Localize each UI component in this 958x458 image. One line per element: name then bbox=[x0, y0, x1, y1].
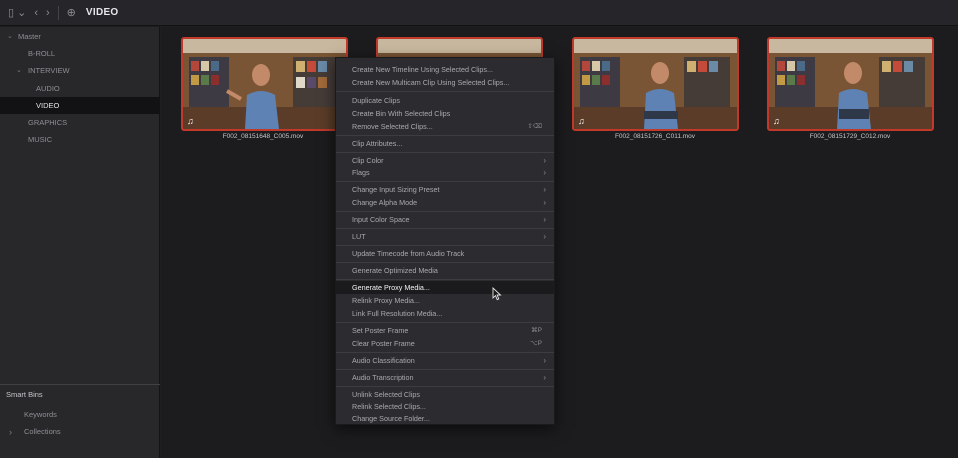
chevron-right-icon: › bbox=[543, 215, 546, 224]
menu-item-audio-transcription[interactable]: Audio Transcription › bbox=[336, 371, 554, 384]
sidebar-item-label: B-ROLL bbox=[28, 49, 56, 58]
menu-item-create-bin[interactable]: Create Bin With Selected Clips bbox=[336, 107, 554, 120]
chevron-right-icon: › bbox=[543, 232, 546, 241]
menu-item-remove-selected-clips[interactable]: Remove Selected Clips... ⇧⌫ bbox=[336, 120, 554, 133]
back-icon[interactable]: ‹ bbox=[34, 0, 38, 26]
smart-bin-keywords[interactable]: Keywords bbox=[0, 406, 160, 423]
menu-separator bbox=[336, 135, 554, 136]
menu-separator bbox=[336, 152, 554, 153]
menu-item-lut[interactable]: LUT › bbox=[336, 230, 554, 243]
menu-item-create-multicam-clip[interactable]: Create New Multicam Clip Using Selected … bbox=[336, 76, 554, 89]
forward-icon[interactable]: › bbox=[46, 0, 50, 26]
menu-item-link-full-resolution-media[interactable]: Link Full Resolution Media... bbox=[336, 307, 554, 320]
sidebar-item-music[interactable]: MUSIC bbox=[0, 131, 160, 148]
clip-thumbnail[interactable]: ♫ bbox=[181, 37, 348, 131]
clip-thumbnail-image bbox=[769, 39, 932, 129]
menu-item-input-color-space[interactable]: Input Color Space › bbox=[336, 213, 554, 226]
menu-item-change-source-folder[interactable]: Change Source Folder... bbox=[336, 412, 554, 425]
audio-clip-icon: ♫ bbox=[773, 116, 780, 126]
sidebar-item-label: Keywords bbox=[24, 410, 57, 419]
clip-thumbnail-image bbox=[574, 39, 737, 129]
bin-icon[interactable]: ⊕ bbox=[67, 0, 76, 26]
clip-thumbnail[interactable]: ♫ bbox=[572, 37, 739, 131]
menu-item-duplicate-clips[interactable]: Duplicate Clips bbox=[336, 94, 554, 107]
menu-separator bbox=[336, 352, 554, 353]
menu-separator bbox=[336, 322, 554, 323]
sidebar-item-video[interactable]: VIDEO bbox=[0, 97, 160, 114]
toolbar-divider bbox=[57, 5, 59, 20]
sidebar-item-b-roll[interactable]: B-ROLL bbox=[0, 45, 160, 62]
menu-item-generate-proxy-media[interactable]: Generate Proxy Media... bbox=[336, 281, 554, 294]
smart-bins-header: Smart Bins bbox=[6, 390, 43, 399]
smart-bins-divider bbox=[0, 384, 160, 385]
bin-title: VIDEO bbox=[85, 7, 119, 18]
audio-clip-icon: ♫ bbox=[187, 116, 194, 126]
menu-item-clip-attributes[interactable]: Clip Attributes... bbox=[336, 137, 554, 150]
chevron-right-icon: › bbox=[543, 373, 546, 382]
menu-item-change-input-sizing-preset[interactable]: Change Input Sizing Preset › bbox=[336, 183, 554, 196]
menu-item-update-timecode[interactable]: Update Timecode from Audio Track bbox=[336, 247, 554, 260]
menu-separator bbox=[336, 369, 554, 370]
menu-item-set-poster-frame[interactable]: Set Poster Frame ⌘P bbox=[336, 324, 554, 337]
clip-thumbnail[interactable]: ♫ bbox=[767, 37, 934, 131]
menu-separator bbox=[336, 386, 554, 387]
menu-separator bbox=[336, 262, 554, 263]
clip-context-menu: Create New Timeline Using Selected Clips… bbox=[335, 57, 555, 425]
panel-toggle-icon[interactable]: ▯ ⌄ bbox=[8, 0, 26, 26]
chevron-right-icon: › bbox=[543, 185, 546, 194]
menu-shortcut: ⌥P bbox=[530, 340, 542, 347]
menu-item-change-alpha-mode[interactable]: Change Alpha Mode › bbox=[336, 196, 554, 209]
sidebar-item-graphics[interactable]: GRAPHICS bbox=[0, 114, 160, 131]
menu-shortcut: ⌘P bbox=[531, 327, 542, 334]
menu-separator bbox=[336, 181, 554, 182]
bin-list-sidebar: ⌄ Master B-ROLL ⌄ INTERVIEW AUDIO VIDEO … bbox=[0, 27, 160, 458]
menu-item-audio-classification[interactable]: Audio Classification › bbox=[336, 354, 554, 367]
menu-item-flags[interactable]: Flags › bbox=[336, 166, 554, 179]
sidebar-item-label: GRAPHICS bbox=[28, 118, 68, 127]
menu-item-create-new-timeline[interactable]: Create New Timeline Using Selected Clips… bbox=[336, 63, 554, 76]
menu-separator bbox=[336, 91, 554, 92]
clip-name[interactable]: F002_08151726_C011.mov bbox=[570, 133, 740, 140]
sidebar-item-label: Master bbox=[18, 32, 41, 41]
smart-bin-collections[interactable]: Collections bbox=[0, 423, 160, 440]
menu-shortcut: ⇧⌫ bbox=[527, 123, 542, 130]
chevron-right-icon: › bbox=[543, 198, 546, 207]
sidebar-item-label: VIDEO bbox=[36, 101, 60, 110]
menu-separator bbox=[336, 228, 554, 229]
sidebar-item-label: AUDIO bbox=[36, 84, 60, 93]
audio-clip-icon: ♫ bbox=[578, 116, 585, 126]
clip-browser: ♫ F002_08151648_C005.mov ♫ ♫ bbox=[161, 27, 958, 458]
clip-thumbnail-image bbox=[183, 39, 346, 129]
chevron-right-icon: › bbox=[543, 168, 546, 177]
menu-separator bbox=[336, 245, 554, 246]
menu-item-clear-poster-frame[interactable]: Clear Poster Frame ⌥P bbox=[336, 337, 554, 350]
sidebar-item-label: Collections bbox=[24, 427, 61, 436]
menu-item-generate-optimized-media[interactable]: Generate Optimized Media bbox=[336, 264, 554, 277]
chevron-right-icon: › bbox=[543, 356, 546, 365]
sidebar-item-master[interactable]: Master bbox=[0, 28, 160, 45]
mouse-cursor-icon bbox=[492, 287, 502, 301]
menu-item-relink-proxy-media[interactable]: Relink Proxy Media... bbox=[336, 294, 554, 307]
sidebar-item-label: INTERVIEW bbox=[28, 66, 70, 75]
clip-name[interactable]: F002_08151729_C012.mov bbox=[765, 133, 935, 140]
bin-toolbar: ▯ ⌄ ‹ › ⊕ VIDEO bbox=[0, 0, 958, 26]
sidebar-item-audio[interactable]: AUDIO bbox=[0, 80, 160, 97]
sidebar-item-label: MUSIC bbox=[28, 135, 53, 144]
menu-separator bbox=[336, 211, 554, 212]
sidebar-item-interview[interactable]: INTERVIEW bbox=[0, 62, 160, 79]
clip-name[interactable]: F002_08151648_C005.mov bbox=[178, 133, 348, 140]
menu-separator bbox=[336, 279, 554, 280]
